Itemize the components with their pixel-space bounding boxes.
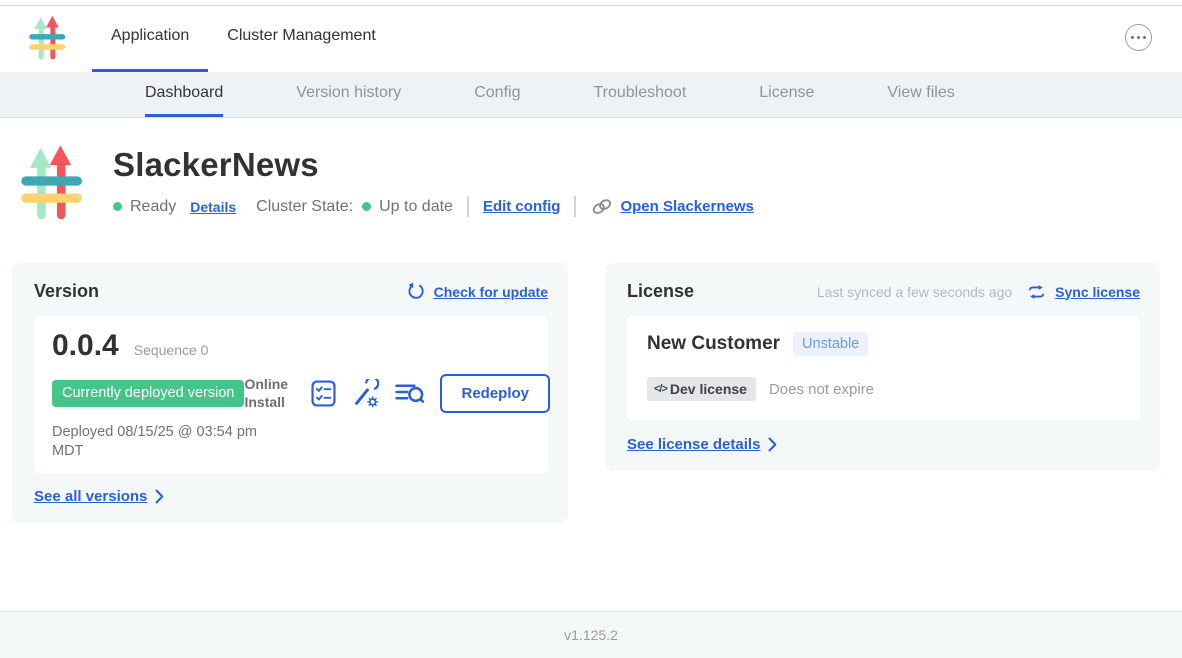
primary-tabs: Application Cluster Management (92, 3, 395, 72)
see-all-versions-link[interactable]: See all versions (34, 488, 147, 505)
code-icon: </> (654, 383, 667, 395)
last-synced-text: Last synced a few seconds ago (817, 284, 1012, 300)
channel-badge: Unstable (793, 332, 868, 356)
tab-application[interactable]: Application (92, 3, 208, 72)
subnav-item-version-history[interactable]: Version history (296, 72, 401, 117)
tab-cluster-management-label: Cluster Management (227, 27, 376, 45)
version-card: Version Check for update 0.0.4 Sequence … (12, 263, 568, 523)
license-type-badge: </> Dev license (647, 377, 756, 401)
app-hero: SlackerNews Ready Details Cluster State:… (20, 140, 1160, 229)
subnav-item-troubleshoot[interactable]: Troubleshoot (593, 72, 686, 117)
hero-body: SlackerNews Ready Details Cluster State:… (113, 140, 754, 229)
version-card-header: Version Check for update (34, 281, 548, 302)
top-header: Application Cluster Management (0, 3, 1182, 72)
subnav-license-label: License (759, 84, 814, 102)
app-status-dot (113, 202, 122, 211)
dashboard-main: SlackerNews Ready Details Cluster State:… (0, 140, 1182, 523)
subnav-dashboard-label: Dashboard (145, 84, 223, 102)
tab-application-label: Application (111, 27, 189, 45)
console-version: v1.125.2 (564, 627, 618, 643)
deploy-logs-icon[interactable] (394, 381, 425, 406)
details-link[interactable]: Details (190, 199, 236, 215)
subnav-version-history-label: Version history (296, 84, 401, 102)
cluster-state-label: Cluster State: (256, 198, 353, 216)
app-logo-small (28, 3, 68, 72)
tab-cluster-management[interactable]: Cluster Management (208, 3, 395, 72)
subnav-item-config[interactable]: Config (474, 72, 520, 117)
open-app-link[interactable]: Open Slackernews (620, 198, 753, 215)
subnav-item-view-files[interactable]: View files (887, 72, 954, 117)
license-panel: New Customer Unstable </> Dev license Do… (627, 316, 1140, 420)
sync-license-link[interactable]: Sync license (1055, 284, 1140, 300)
slackernews-logo-icon-large (20, 142, 86, 224)
config-wrench-icon[interactable] (351, 379, 379, 408)
divider (467, 196, 469, 217)
refresh-icon (406, 282, 425, 301)
check-for-update-link[interactable]: Check for update (434, 284, 548, 300)
chain-link-icon (590, 197, 614, 216)
sync-icon (1027, 284, 1046, 300)
app-status-text: Ready (130, 198, 176, 216)
app-footer: v1.125.2 (0, 611, 1182, 658)
license-expiry: Does not expire (769, 381, 874, 398)
edit-config-link[interactable]: Edit config (483, 198, 561, 215)
subnav-troubleshoot-label: Troubleshoot (593, 84, 686, 102)
slackernews-logo-icon (28, 15, 68, 61)
chevron-right-icon (155, 489, 164, 504)
header-spacer (395, 3, 1125, 72)
version-number: 0.0.4 (52, 329, 119, 363)
preflight-checklist-icon[interactable] (311, 380, 336, 407)
version-card-title: Version (34, 281, 99, 302)
divider (574, 196, 576, 217)
subnav-item-dashboard[interactable]: Dashboard (145, 72, 223, 117)
cluster-state-value: Up to date (379, 198, 453, 216)
secondary-nav: Dashboard Version history Config Trouble… (0, 72, 1182, 118)
subnav-item-license[interactable]: License (759, 72, 814, 117)
version-sequence: Sequence 0 (134, 342, 209, 358)
page-title: SlackerNews (113, 146, 754, 184)
subnav-view-files-label: View files (887, 84, 954, 102)
see-license-details-link[interactable]: See license details (627, 436, 760, 453)
app-status-row: Ready Details Cluster State: Up to date … (113, 196, 754, 217)
deployed-badge: Currently deployed version (52, 380, 244, 407)
install-type-label: Online Install (244, 376, 296, 411)
license-type-label: Dev license (670, 381, 747, 397)
license-card-title: License (627, 281, 694, 302)
redeploy-button[interactable]: Redeploy (440, 374, 550, 413)
deployed-timestamp: Deployed 08/15/25 @ 03:54 pm MDT (52, 423, 262, 461)
chevron-right-icon (768, 437, 777, 452)
current-version-panel: 0.0.4 Sequence 0 Currently deployed vers… (34, 316, 548, 473)
customer-name: New Customer (647, 333, 780, 355)
top-border-line (0, 5, 1182, 6)
license-card-header: License Last synced a few seconds ago Sy… (627, 281, 1140, 302)
license-card: License Last synced a few seconds ago Sy… (605, 263, 1160, 471)
see-license-details-row[interactable]: See license details (627, 436, 1140, 453)
subnav-config-label: Config (474, 84, 520, 102)
app-logo-large (20, 142, 86, 229)
cluster-state-dot (362, 202, 371, 211)
see-all-versions-row[interactable]: See all versions (34, 488, 548, 505)
ellipsis-menu-icon[interactable] (1125, 24, 1152, 51)
dashboard-cards: Version Check for update 0.0.4 Sequence … (12, 263, 1160, 523)
